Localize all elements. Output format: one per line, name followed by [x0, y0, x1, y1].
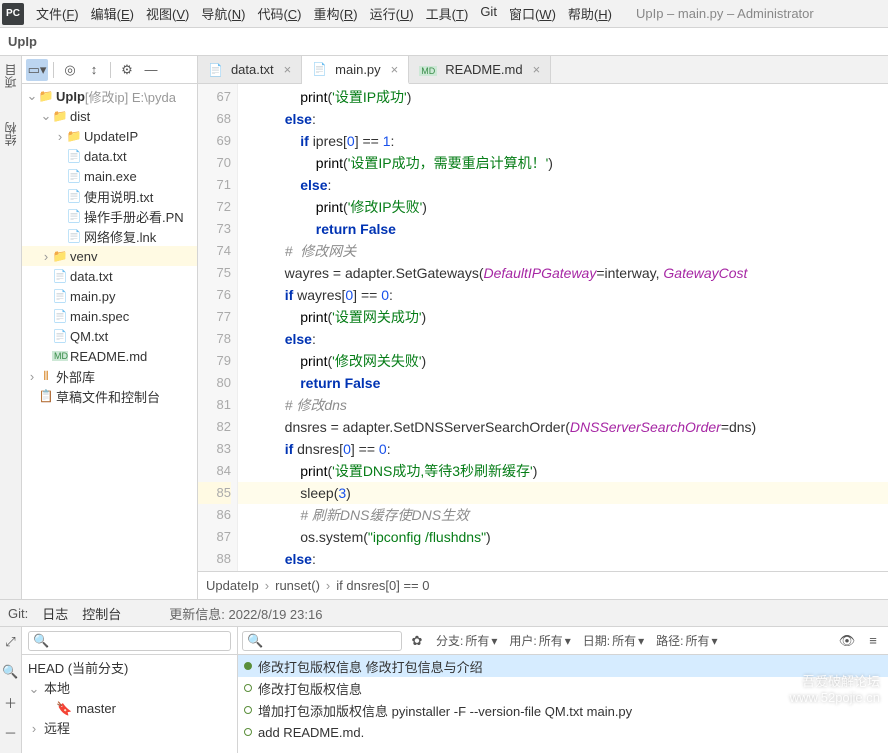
- tree-item[interactable]: 📄data.txt: [22, 146, 197, 166]
- menu-git[interactable]: Git: [474, 1, 503, 26]
- commit-row[interactable]: 修改打包版权信息 修改打包信息与介绍: [238, 655, 888, 677]
- user-filter[interactable]: 用户: 所有 ▾: [505, 632, 574, 649]
- eye-icon[interactable]: 👁: [836, 630, 858, 652]
- window-title: UpIp – main.py – Administrator: [636, 6, 814, 21]
- menu-h[interactable]: 帮助(H): [562, 1, 618, 26]
- settings-icon[interactable]: ⚙: [116, 59, 138, 81]
- tree-item[interactable]: ›📁venv: [22, 246, 197, 266]
- chevron-right-icon: ›: [265, 578, 269, 593]
- local-branches[interactable]: 本地: [44, 679, 70, 699]
- tree-item[interactable]: 📄QM.txt: [22, 326, 197, 346]
- tree-item[interactable]: 📄data.txt: [22, 266, 197, 286]
- branch-icon: 🔖: [56, 699, 72, 719]
- tree-item[interactable]: ⌄📁dist: [22, 106, 197, 126]
- path-filter[interactable]: 路径: 所有 ▾: [652, 632, 721, 649]
- menu-c[interactable]: 代码(C): [251, 1, 307, 26]
- branch-tree[interactable]: HEAD (当前分支) ⌄本地 🔖master ›远程: [22, 655, 237, 753]
- editor-tabs: 📄data.txt×📄main.py×MDREADME.md×: [198, 56, 888, 84]
- menu-u[interactable]: 运行(U): [364, 1, 420, 26]
- breadcrumb-item[interactable]: UpdateIp: [206, 578, 259, 593]
- menu-n[interactable]: 导航(N): [195, 1, 251, 26]
- tree-item[interactable]: 📄网络修复.lnk: [22, 226, 197, 246]
- breadcrumb-item[interactable]: if dnsres[0] == 0: [336, 578, 429, 593]
- git-side-gutter: ⤢ 🔍 ＋ －: [0, 627, 22, 753]
- expand-all-icon[interactable]: ↕: [83, 59, 105, 81]
- line-numbers: 6768697071727374757677787980818283848586…: [198, 84, 238, 571]
- tree-item[interactable]: 📋草稿文件和控制台: [22, 386, 197, 406]
- hide-icon[interactable]: —: [140, 59, 162, 81]
- tree-item[interactable]: 📄main.spec: [22, 306, 197, 326]
- editor-area: 📄data.txt×📄main.py×MDREADME.md× 67686970…: [198, 56, 888, 599]
- master-branch[interactable]: master: [76, 699, 116, 719]
- menu-r[interactable]: 重构(R): [308, 1, 364, 26]
- editor-tab[interactable]: 📄main.py×: [302, 56, 409, 84]
- project-toolbar: ▭▾ ◎ ↕ ⚙ —: [22, 56, 197, 84]
- project-tree[interactable]: ⌄📁UpIp [修改ip] E:\pyda⌄📁dist›📁UpdateIP📄da…: [22, 84, 197, 599]
- branch-filter[interactable]: 分支: 所有 ▾: [432, 632, 501, 649]
- tree-item[interactable]: ⌄📁UpIp [修改ip] E:\pyda: [22, 86, 197, 106]
- tree-item[interactable]: 📄操作手册必看.PN: [22, 206, 197, 226]
- git-label: Git:: [8, 606, 28, 621]
- commits-panel: 🔍 ✿ 分支: 所有 ▾ 用户: 所有 ▾ 日期: 所有 ▾ 路径: 所有 ▾ …: [238, 627, 888, 753]
- plus-icon[interactable]: ＋: [0, 691, 22, 713]
- commit-row[interactable]: 增加打包添加版权信息 pyinstaller -F --version-file…: [238, 699, 888, 721]
- chevron-right-icon: ›: [326, 578, 330, 593]
- menu-f[interactable]: 文件(F): [30, 1, 85, 26]
- project-sidebar: ▭▾ ◎ ↕ ⚙ — ⌄📁UpIp [修改ip] E:\pyda⌄📁dist›📁…: [22, 56, 198, 599]
- left-tool-gutter: 项目 结构: [0, 56, 22, 599]
- tree-item[interactable]: ›⫴外部库: [22, 366, 197, 386]
- app-icon: PC: [2, 3, 24, 25]
- code-breadcrumb: UpdateIp › runset() › if dnsres[0] == 0: [198, 571, 888, 599]
- editor-tab[interactable]: MDREADME.md×: [409, 56, 551, 83]
- locate-icon[interactable]: ◎: [59, 59, 81, 81]
- chevron-down-icon[interactable]: ⌄: [28, 679, 40, 699]
- chevron-right-icon[interactable]: ›: [28, 719, 40, 739]
- commit-list[interactable]: 修改打包版权信息 修改打包信息与介绍修改打包版权信息增加打包添加版权信息 pyi…: [238, 655, 888, 753]
- tree-item[interactable]: ›📁UpdateIP: [22, 126, 197, 146]
- commit-row[interactable]: 修改打包版权信息: [238, 677, 888, 699]
- branches-panel: 🔍 HEAD (当前分支) ⌄本地 🔖master ›远程: [22, 627, 238, 753]
- breadcrumb-root[interactable]: UpIp: [8, 34, 37, 49]
- tree-item[interactable]: 📄main.py: [22, 286, 197, 306]
- project-tool-tab[interactable]: 项目: [0, 60, 21, 92]
- navigation-bar: UpIp: [0, 28, 888, 56]
- menu-t[interactable]: 工具(T): [420, 1, 475, 26]
- git-log-panel: ⤢ 🔍 ＋ － 🔍 HEAD (当前分支) ⌄本地 🔖master ›远程 🔍 …: [0, 627, 888, 753]
- tree-item[interactable]: MDREADME.md: [22, 346, 197, 366]
- breadcrumb-item[interactable]: runset(): [275, 578, 320, 593]
- head-branch[interactable]: HEAD (当前分支): [28, 659, 128, 679]
- structure-tool-tab[interactable]: 结构: [0, 118, 21, 150]
- minus-icon[interactable]: －: [0, 721, 22, 743]
- editor-tab[interactable]: 📄data.txt×: [198, 56, 302, 83]
- remote-branches[interactable]: 远程: [44, 719, 70, 739]
- list-icon[interactable]: ≡: [862, 630, 884, 652]
- commit-row[interactable]: add README.md.: [238, 721, 888, 743]
- code-editor[interactable]: 6768697071727374757677787980818283848586…: [198, 84, 888, 571]
- refresh-icon[interactable]: 🔍: [0, 661, 22, 683]
- git-status-text: 更新信息: 2022/8/19 23:16: [169, 604, 322, 623]
- git-console-tab[interactable]: 控制台: [82, 604, 121, 623]
- menu-w[interactable]: 窗口(W): [503, 1, 562, 26]
- branch-search-input[interactable]: 🔍: [28, 631, 231, 651]
- date-filter[interactable]: 日期: 所有 ▾: [579, 632, 648, 649]
- git-toolbar: Git: 日志 控制台 更新信息: 2022/8/19 23:16: [0, 599, 888, 627]
- tree-item[interactable]: 📄使用说明.txt: [22, 186, 197, 206]
- filter-settings-icon[interactable]: ✿: [406, 630, 428, 652]
- menu-v[interactable]: 视图(V): [140, 1, 195, 26]
- git-log-tab[interactable]: 日志: [42, 604, 68, 623]
- commit-search-input[interactable]: 🔍: [242, 631, 402, 651]
- expand-icon[interactable]: ⤢: [0, 631, 22, 653]
- menu-e[interactable]: 编辑(E): [85, 1, 140, 26]
- menu-bar: PC 文件(F)编辑(E)视图(V)导航(N)代码(C)重构(R)运行(U)工具…: [0, 0, 888, 28]
- tree-item[interactable]: 📄main.exe: [22, 166, 197, 186]
- code-lines[interactable]: print('设置IP成功') else: if ipres[0] == 1: …: [238, 84, 888, 571]
- project-view-dropdown[interactable]: ▭▾: [26, 59, 48, 81]
